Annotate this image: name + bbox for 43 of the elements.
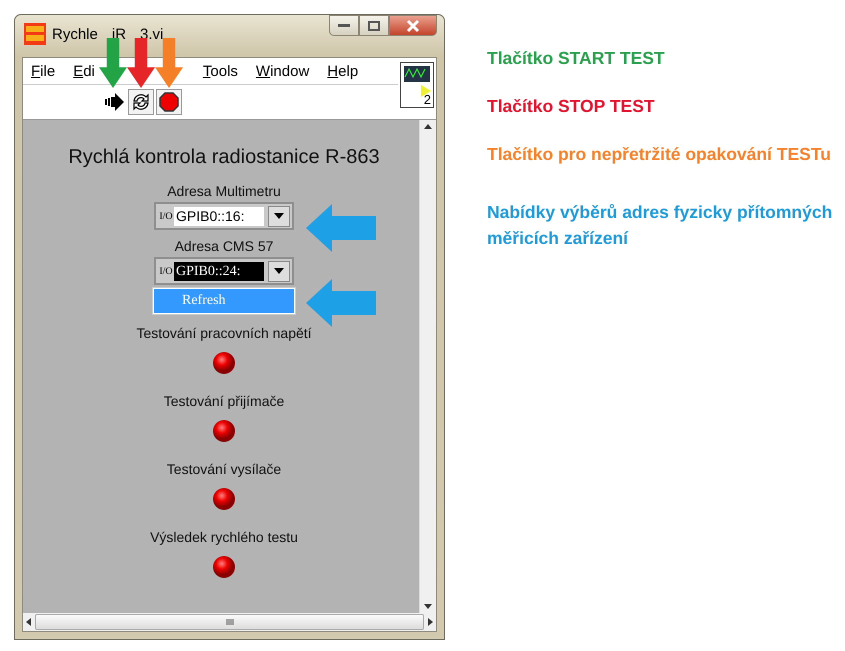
- vertical-scrollbar[interactable]: [419, 120, 436, 613]
- led-icon: [212, 351, 236, 375]
- io-prefix: I/O: [158, 212, 174, 220]
- field-label: Adresa Multimetru: [167, 183, 281, 199]
- menu-item[interactable]: Tools: [194, 62, 242, 80]
- grip-icon[interactable]: [226, 617, 234, 627]
- maximize-button[interactable]: [359, 15, 389, 36]
- indicator-label: Testování pracovních napětí: [136, 325, 312, 341]
- address-dropdown[interactable]: I/O GPIB0::24:: [154, 257, 294, 285]
- scroll-left-icon[interactable]: [26, 618, 31, 626]
- close-button[interactable]: [389, 15, 437, 36]
- panel-heading: Rychlá kontrola radiostanice R-863: [68, 146, 380, 169]
- horizontal-scrollbar[interactable]: [23, 613, 436, 631]
- annotation-text: Tlačítko START TEST: [487, 47, 666, 70]
- minimize-button[interactable]: [329, 15, 359, 36]
- indicator-label: Testování vysílače: [166, 461, 282, 477]
- led-icon: [212, 487, 236, 511]
- window-title: Rychle: [52, 26, 98, 42]
- menu-item[interactable]: File: [23, 62, 60, 80]
- close-icon: [406, 18, 420, 32]
- menu-item[interactable]: Edi: [65, 62, 99, 80]
- menu-item[interactable]: Help: [319, 62, 362, 80]
- annotation-text: Nabídky výběrů adres fyzicky přítomných měřicích zařízení: [487, 201, 834, 250]
- maximize-icon: [368, 20, 380, 30]
- window-title: iR: [112, 26, 126, 42]
- scroll-right-icon[interactable]: [428, 618, 433, 626]
- vi-icon[interactable]: 2: [400, 62, 434, 108]
- minimize-icon: [338, 24, 350, 27]
- address-dropdown[interactable]: I/O GPIB0::16:: [154, 202, 294, 230]
- scroll-up-icon[interactable]: [424, 124, 432, 129]
- led-icon: [212, 555, 236, 579]
- scroll-down-icon[interactable]: [424, 604, 432, 609]
- app-logo-icon: [24, 23, 46, 45]
- menu-item[interactable]: Window: [248, 62, 314, 80]
- indicator-label: Testování přijímače: [164, 393, 284, 409]
- run-continuously-button[interactable]: [128, 89, 154, 115]
- indicator-label: Výsledek rychlého testu: [150, 529, 298, 545]
- led-icon: [212, 419, 236, 443]
- io-prefix: I/O: [158, 266, 174, 276]
- annotation-text: Tlačítko pro nepřetržité opakování TESTu: [487, 143, 832, 166]
- abort-button[interactable]: [156, 89, 182, 115]
- annotation-text: Tlačítko STOP TEST: [487, 95, 656, 118]
- field-label: Adresa CMS 57: [174, 238, 274, 254]
